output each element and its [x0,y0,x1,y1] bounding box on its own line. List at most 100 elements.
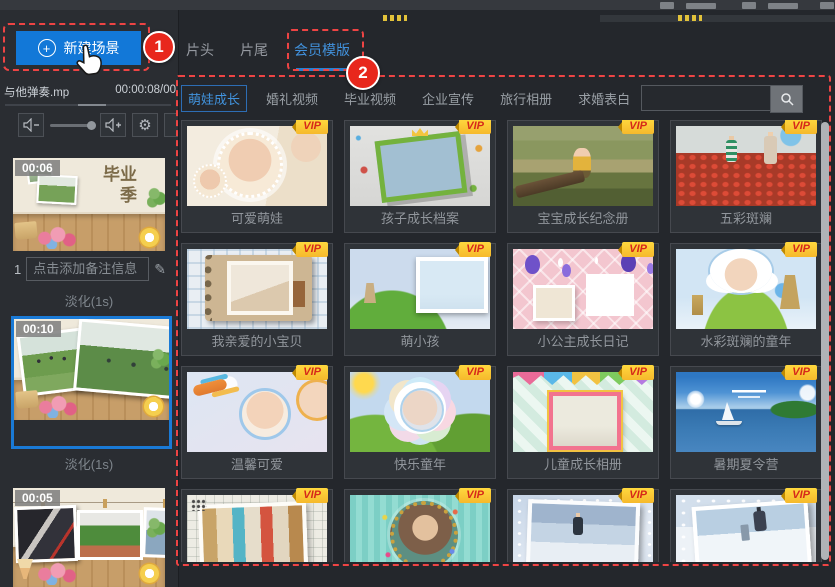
volume-slider[interactable] [50,124,94,127]
scene-number: 1 [14,262,21,277]
audio-controls: ⚙ [18,112,179,138]
panel-top-edge [600,15,835,22]
vip-badge: VIP [459,242,491,257]
decor-photo [36,174,77,205]
template-card-15[interactable]: VIP [507,489,659,562]
category-4[interactable]: 企业宣传 [415,85,481,112]
search-input[interactable] [641,85,770,111]
annotation-badge-2: 2 [346,56,380,90]
decor-photo [77,510,143,560]
template-card-1[interactable]: VIP 可爱萌娃 [181,120,333,233]
cutoff-top-toolbar [0,0,835,10]
plus-circle-icon: + [38,39,56,57]
template-thumbnail [350,126,490,206]
tab-3[interactable]: 会员模版 [294,40,350,60]
vip-badge: VIP [459,120,491,134]
template-card-9[interactable]: VIP 温馨可爱 [181,366,333,479]
template-label: 宝宝成长纪念册 [513,206,653,232]
decor-flowers [35,561,79,585]
template-label: 小公主成长日记 [513,329,653,355]
category-1[interactable]: 萌娃成长 [181,85,247,112]
template-thumbnail [187,249,327,329]
cutoff-toolbar-icon [660,2,674,9]
decor-flowers [36,394,80,418]
template-card-6[interactable]: VIP 萌小孩 [344,243,496,356]
volume-slider-knob[interactable] [87,121,96,130]
template-label: 水彩斑斓的童年 [676,329,816,355]
annotation-badge-1: 1 [143,31,175,63]
vip-badge: VIP [622,365,654,380]
template-card-10[interactable]: VIP 快乐童年 [344,366,496,479]
template-card-2[interactable]: VIP 孩子成长档案 [344,120,496,233]
scene-thumbnail-2-art: 00:10 [14,319,169,420]
vip-badge: VIP [785,120,817,134]
vip-badge: VIP [622,120,654,134]
decor-clock [140,564,159,583]
template-card-11[interactable]: VIP 儿童成长相册 [507,366,659,479]
vip-badge: VIP [622,488,654,503]
cutoff-logo-fragment [383,15,407,21]
template-thumbnail [676,126,816,206]
speaker-minus-icon [23,118,40,132]
vip-badge: VIP [785,242,817,257]
vip-badge: VIP [296,242,328,257]
vip-badge: VIP [296,365,328,380]
decor-clock [144,397,163,416]
pencil-icon[interactable]: ✎ [154,261,166,278]
template-label: 可爱萌娃 [187,206,327,232]
speaker-plus-icon [105,118,122,132]
vip-badge: VIP [785,488,817,503]
template-card-13[interactable]: VIP [181,489,333,562]
template-card-8[interactable]: VIP 水彩斑斓的童年 [670,243,822,356]
template-grid: VIP 可爱萌娃 VIP 孩子成长档案 VIP 宝宝成长纪念册 VIP 五彩斑斓… [181,120,822,562]
decor-icecream [17,559,33,579]
volume-up-button[interactable] [100,113,126,137]
template-thumbnail [187,495,327,562]
template-card-4[interactable]: VIP 五彩斑斓 [670,120,822,233]
tab-1[interactable]: 片头 [186,40,214,60]
decor-plant [147,514,165,538]
vip-badge: VIP [459,488,491,503]
scene-thumbnail-1[interactable]: 00:06 毕业季 [13,158,165,251]
decor-photo [14,505,78,563]
scene-note-row-1: 1 点击添加备注信息 ✎ [14,257,166,281]
transition-label-1[interactable]: 淡化(1s) [0,291,178,310]
template-card-16[interactable]: VIP [670,489,822,562]
volume-down-button[interactable] [18,113,44,137]
category-3[interactable]: 毕业视频 [337,85,403,112]
category-tabs: 萌娃成长婚礼视频毕业视频企业宣传旅行相册求婚表白其它 [181,85,689,112]
transition-label-2[interactable]: 淡化(1s) [0,454,178,473]
decor-clock [140,228,159,247]
audio-settings-button[interactable]: ⚙ [132,113,158,137]
scrollbar-thumb[interactable] [821,122,829,560]
scene-thumbnail-3[interactable]: 00:05 [13,488,165,587]
template-label: 孩子成长档案 [350,206,490,232]
note-input[interactable]: 点击添加备注信息 [26,257,149,281]
vip-badge: VIP [785,365,817,380]
scene-duration-badge: 00:10 [16,321,61,337]
category-2[interactable]: 婚礼视频 [259,85,325,112]
vip-badge: VIP [296,488,328,503]
scene-art-title: 毕业季 [95,164,137,206]
audio-progress-bar[interactable] [5,104,171,106]
template-card-5[interactable]: VIP 我亲爱的小宝贝 [181,243,333,356]
scene-thumbnail-2-selected[interactable]: 00:10 2 点击添加备注信息 ✎ [11,316,172,449]
audio-time: 00:00:08/00 [115,84,176,100]
audio-more-button[interactable] [164,113,179,137]
template-card-14[interactable]: VIP [344,489,496,562]
template-card-7[interactable]: VIP 小公主成长日记 [507,243,659,356]
template-thumbnail [187,126,327,206]
cutoff-toolbar-label [768,3,798,9]
vip-badge: VIP [622,242,654,257]
search-button[interactable] [770,85,803,113]
tab-2[interactable]: 片尾 [240,40,268,60]
decor-flowers [35,225,79,249]
template-thumbnail [676,372,816,452]
template-card-12[interactable]: VIP 暑期夏令营 [670,366,822,479]
template-label: 儿童成长相册 [513,452,653,478]
cutoff-toolbar-icon [742,2,756,9]
category-5[interactable]: 旅行相册 [493,85,559,112]
template-card-3[interactable]: VIP 宝宝成长纪念册 [507,120,659,233]
category-6[interactable]: 求婚表白 [571,85,637,112]
template-label: 五彩斑斓 [676,206,816,232]
